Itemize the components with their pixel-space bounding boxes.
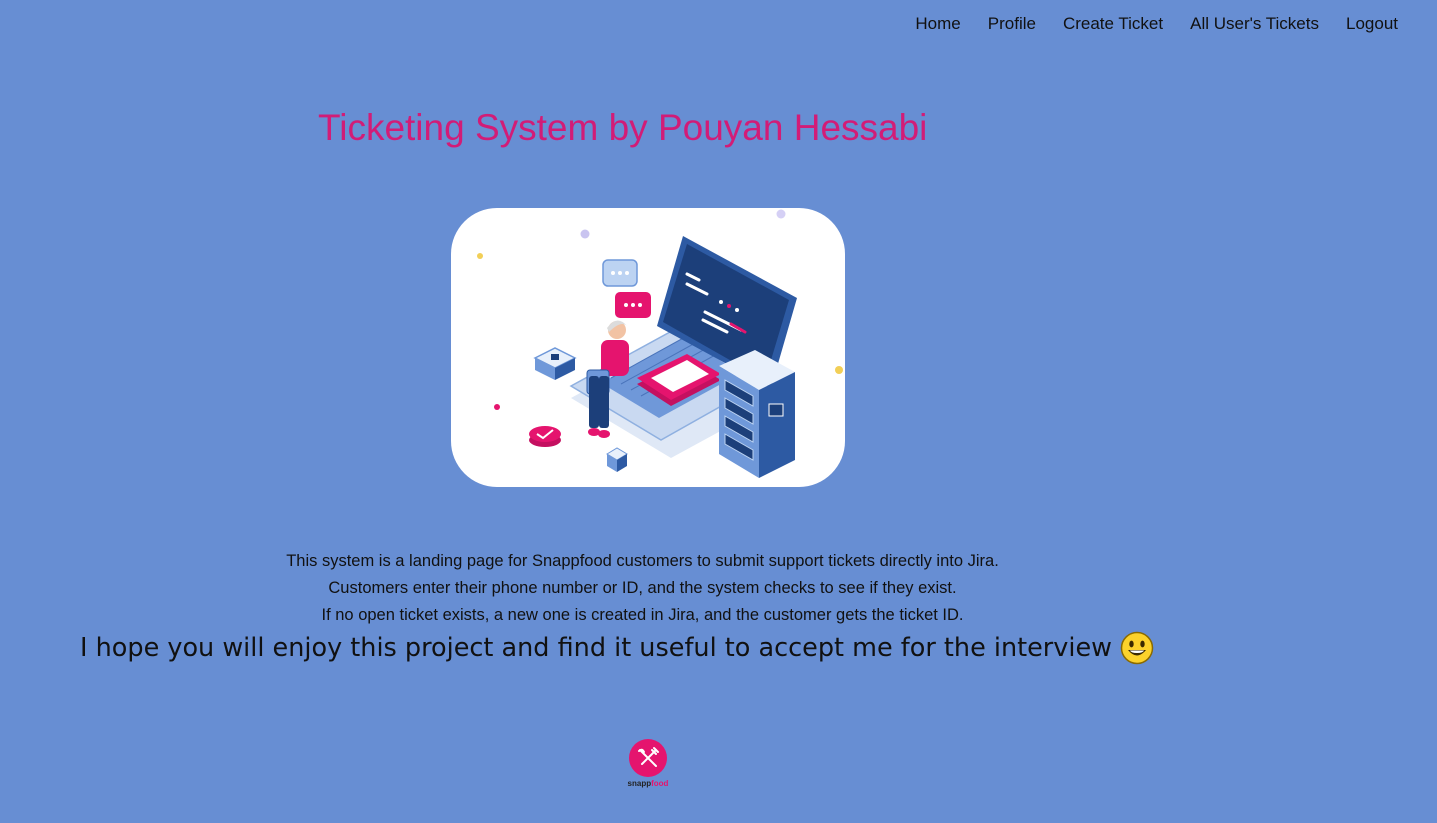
nav-profile-link[interactable]: Profile	[988, 12, 1036, 36]
nav-logout-link[interactable]: Logout	[1346, 12, 1398, 36]
hope-message: I hope you will enjoy this project and f…	[80, 631, 1154, 665]
laptop-server-illustration-icon	[477, 209, 843, 478]
top-nav: Home Profile Create Ticket All User's Ti…	[915, 12, 1398, 36]
grinning-face-icon	[1120, 631, 1154, 665]
description: This system is a landing page for Snappf…	[0, 548, 1285, 629]
description-line: Customers enter their phone number or ID…	[328, 579, 957, 597]
description-line: If no open ticket exists, a new one is c…	[321, 606, 964, 624]
fork-knife-icon	[629, 739, 667, 777]
snappfood-logo: snappfood	[622, 738, 674, 788]
nav-all-tickets-link[interactable]: All User's Tickets	[1190, 12, 1319, 36]
nav-home-link[interactable]: Home	[915, 12, 960, 36]
description-line: This system is a landing page for Snappf…	[286, 552, 999, 570]
hero-illustration	[451, 208, 845, 487]
hope-message-text: I hope you will enjoy this project and f…	[80, 633, 1113, 663]
page-title: Ticketing System by Pouyan Hessabi	[318, 107, 928, 148]
nav-create-ticket-link[interactable]: Create Ticket	[1063, 12, 1163, 36]
snappfood-logo-text: snappfood	[627, 779, 669, 788]
